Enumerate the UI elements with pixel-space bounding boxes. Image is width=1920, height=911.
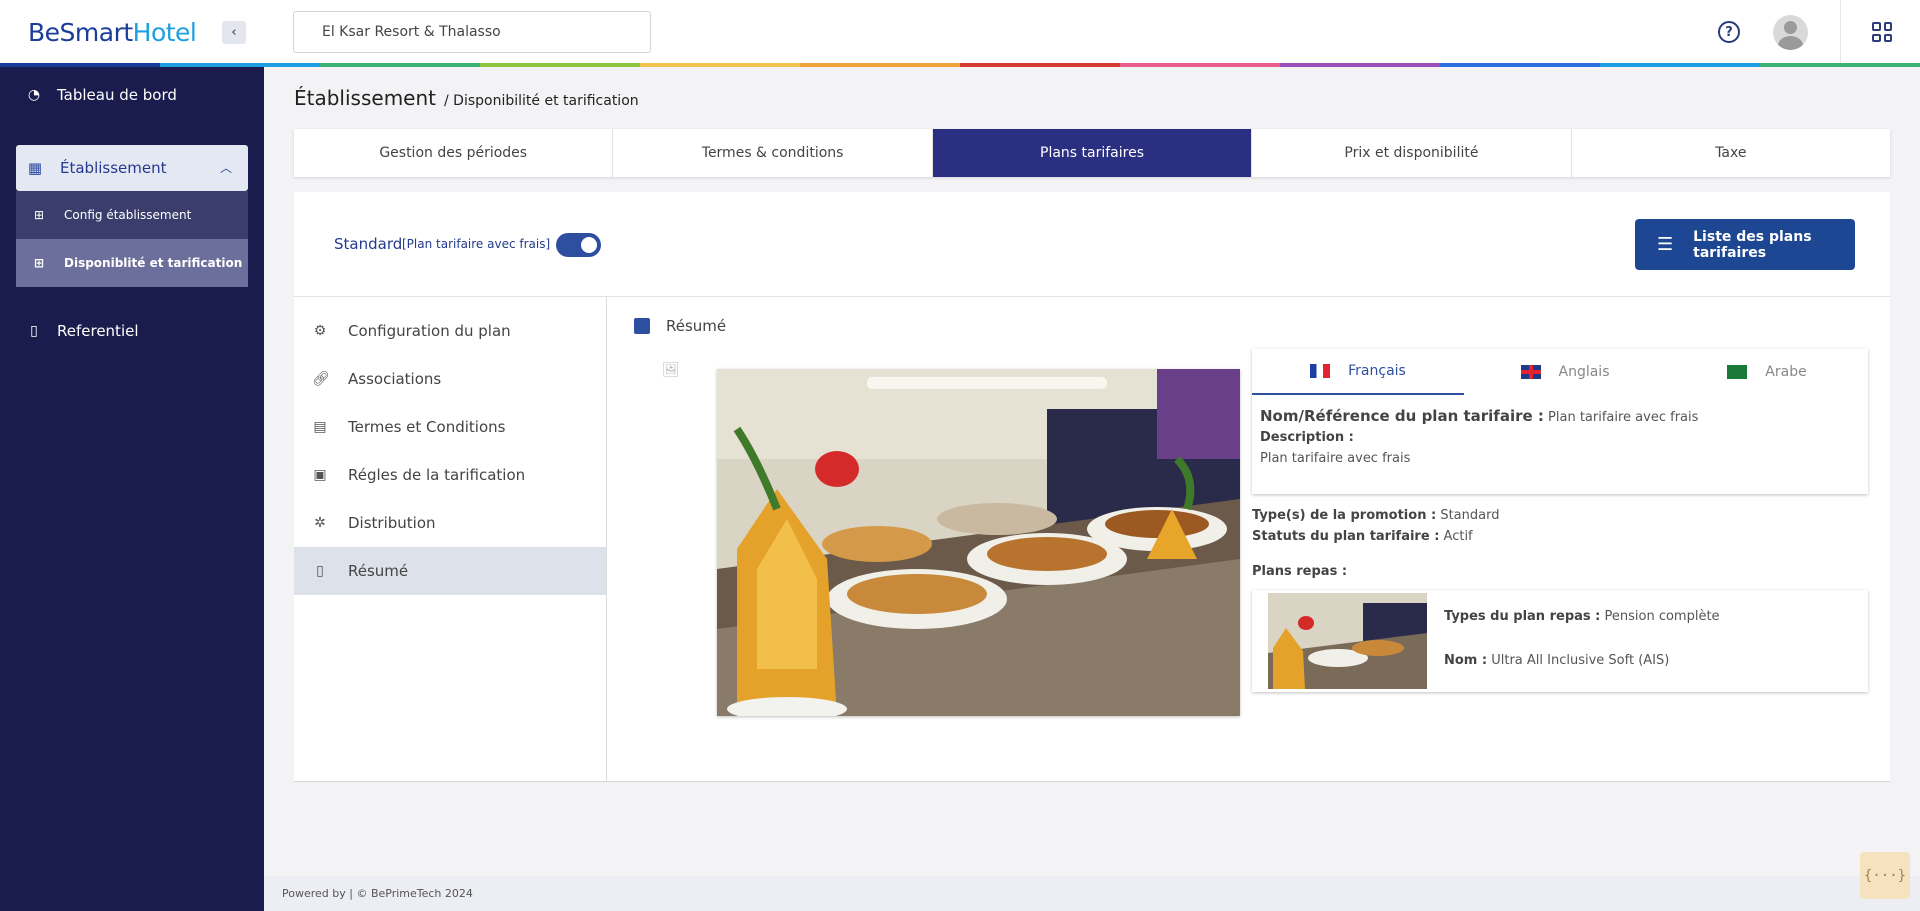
hotel-select[interactable]: El Ksar Resort & Thalasso: [293, 11, 651, 53]
rules-icon: ▣: [313, 467, 327, 483]
apps-grid-icon[interactable]: [1872, 22, 1892, 42]
ref-field: Nom/Référence du plan tarifaire : Plan t…: [1260, 407, 1699, 425]
tab-gestion-periodes[interactable]: Gestion des périodes: [294, 129, 614, 177]
rainbow-segment: [640, 63, 800, 67]
main-tabs: Gestion des périodes Termes & conditions…: [294, 129, 1890, 177]
plan-active-toggle[interactable]: [556, 233, 601, 257]
file-icon: ▯: [316, 563, 324, 579]
book-icon: ▯: [30, 323, 38, 339]
menu-item-regles[interactable]: ▣ Régles de la tarification: [294, 451, 606, 499]
lang-tab-anglais[interactable]: Anglais: [1464, 349, 1666, 395]
sidebar-item-dashboard[interactable]: ◔ Tableau de bord: [25, 77, 177, 113]
rainbow-segment: [1440, 63, 1600, 67]
sidebar-item-referentiel[interactable]: ▯ Referentiel: [25, 313, 138, 349]
rainbow-segment: [1280, 63, 1440, 67]
menu-item-termes[interactable]: ▤ Termes et Conditions: [294, 403, 606, 451]
tab-plans-tarifaires[interactable]: Plans tarifaires: [932, 129, 1253, 177]
status-field: Statuts du plan tarifaire : Actif: [1252, 529, 1473, 544]
promo-field: Type(s) de la promotion : Standard: [1252, 508, 1500, 523]
rainbow-strip: [0, 63, 1920, 67]
plan-photo: [717, 369, 1240, 716]
uk-flag-icon: [1520, 365, 1541, 379]
summary-heading: Résumé: [634, 317, 726, 335]
menu-item-resume[interactable]: ▯ Résumé: [294, 547, 606, 595]
building-icon: ▦: [27, 159, 43, 177]
description-label: Description :: [1260, 430, 1354, 445]
france-flag-icon: [1310, 364, 1331, 378]
top-bar: BeSmartHotel ‹ El Ksar Resort & Thalasso…: [0, 0, 1920, 64]
gear-icon: ⚙: [313, 323, 327, 339]
plan-subtitle: [Plan tarifaire avec frais]: [402, 237, 551, 251]
sidebar-subitem-config[interactable]: ⊞ Config établissement: [16, 191, 248, 239]
pricing-icon: ⊞: [34, 256, 45, 270]
link-icon: 🔗︎: [312, 371, 330, 387]
chevron-left-icon: ‹: [231, 25, 237, 40]
divider: [1840, 0, 1841, 64]
plan-header: Standard [Plan tarifaire avec frais] ☰ L…: [294, 192, 1890, 297]
app-logo[interactable]: BeSmartHotel: [28, 18, 197, 47]
meal-plan-card: Types du plan repas : Pension complète N…: [1252, 590, 1868, 692]
lang-tab-arabe[interactable]: Arabe: [1666, 349, 1868, 395]
list-icon: ☰: [1657, 234, 1674, 255]
tab-taxe[interactable]: Taxe: [1572, 129, 1890, 177]
config-icon: ⊞: [34, 208, 45, 222]
sidebar-subitem-dispo[interactable]: ⊞ Disponiblité et tarification: [16, 239, 248, 287]
image-placeholder-icon: 🖼︎: [662, 362, 680, 378]
sidebar: ◔ Tableau de bord ▦ Établissement ︿ ⊞ Co…: [0, 67, 264, 911]
collapse-sidebar-button[interactable]: ‹: [222, 21, 246, 44]
plan-section-menu: ⚙ Configuration du plan 🔗︎ Associations ▤ T…: [294, 297, 607, 782]
summary-icon: [634, 318, 650, 334]
meal-type-field: Types du plan repas : Pension complète: [1444, 609, 1720, 624]
footer: Powered by | © BePrimeTech 2024: [264, 876, 1920, 911]
document-icon: ▤: [313, 419, 327, 435]
list-plans-button[interactable]: ☰ Liste des plans tarifaires: [1635, 219, 1855, 270]
avatar[interactable]: [1773, 15, 1808, 50]
language-panel: Français Anglais Arabe Nom/Référence du …: [1252, 349, 1868, 494]
meals-label: Plans repas :: [1252, 564, 1348, 579]
menu-item-configuration[interactable]: ⚙ Configuration du plan: [294, 307, 606, 355]
lang-tab-francais[interactable]: Français: [1252, 349, 1464, 395]
breadcrumb: Établissement / Disponibilité et tarific…: [294, 86, 639, 110]
breadcrumb-sub: / Disponibilité et tarification: [444, 93, 639, 109]
rainbow-segment: [960, 63, 1120, 67]
menu-item-distribution[interactable]: ✲ Distribution: [294, 499, 606, 547]
meal-name-field: Nom : Ultra All Inclusive Soft (AIS): [1444, 653, 1670, 668]
page-title: Établissement: [294, 86, 436, 110]
saudi-flag-icon: [1727, 365, 1748, 379]
menu-item-associations[interactable]: 🔗︎ Associations: [294, 355, 606, 403]
description-value: Plan tarifaire avec frais: [1260, 451, 1411, 466]
gauge-icon: ◔: [27, 87, 41, 103]
sidebar-item-etablissement[interactable]: ▦ Établissement ︿: [16, 145, 248, 191]
rainbow-segment: [1760, 63, 1920, 67]
rainbow-segment: [800, 63, 960, 67]
json-viewer-button[interactable]: {···}: [1860, 852, 1910, 899]
tab-termes-conditions[interactable]: Termes & conditions: [613, 129, 933, 177]
rainbow-segment: [1600, 63, 1760, 67]
plan-card: Standard [Plan tarifaire avec frais] ☰ L…: [294, 192, 1890, 782]
rainbow-segment: [320, 63, 480, 67]
plan-name: Standard: [334, 235, 403, 253]
distribution-icon: ✲: [314, 515, 326, 531]
meal-photo: [1268, 593, 1427, 689]
chevron-up-icon: ︿: [219, 161, 232, 175]
rainbow-segment: [480, 63, 640, 67]
help-icon[interactable]: ?: [1718, 21, 1740, 43]
tab-prix-disponibilite[interactable]: Prix et disponibilité: [1252, 129, 1572, 177]
rainbow-segment: [1120, 63, 1280, 67]
